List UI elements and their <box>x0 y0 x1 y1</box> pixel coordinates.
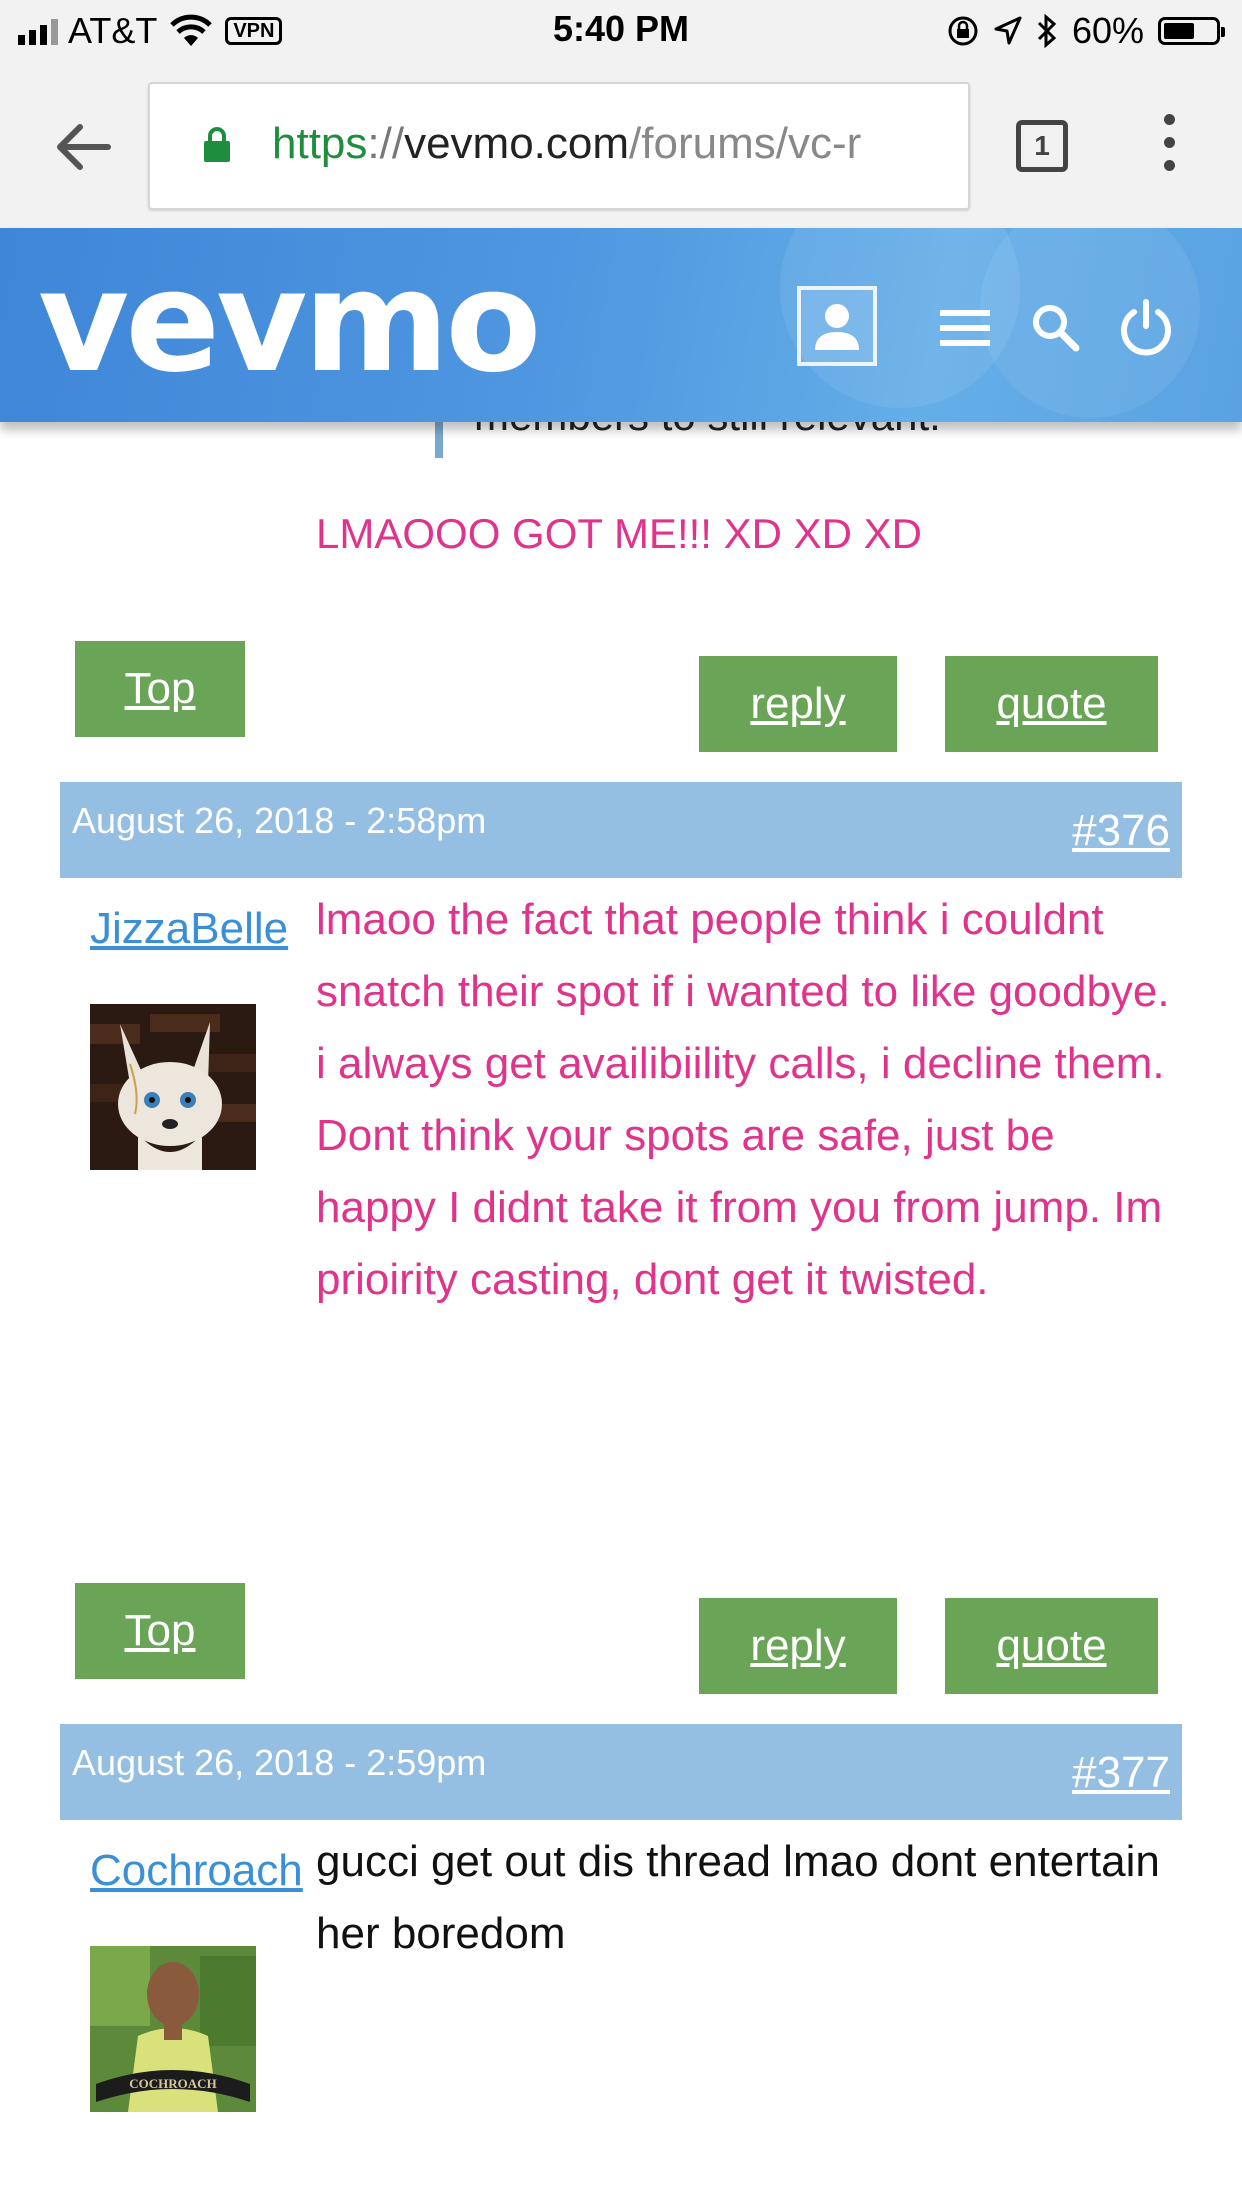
overflow-menu-icon[interactable] <box>1164 114 1176 178</box>
post-date: August 26, 2018 - 2:58pm <box>72 800 487 841</box>
location-icon <box>994 16 1022 45</box>
status-right: 60% <box>946 10 1225 52</box>
reply-button[interactable]: reply <box>699 1598 897 1694</box>
quote-button[interactable]: quote <box>945 1598 1158 1694</box>
post-body: gucci get out dis thread lmao dont enter… <box>316 1837 1160 1958</box>
fox-avatar[interactable] <box>90 1004 256 1170</box>
browser-toolbar: https://vevmo.com/forums/vc-r 1 <box>0 62 1242 228</box>
power-icon[interactable] <box>1118 298 1174 356</box>
site-logo[interactable]: vevmo <box>38 238 542 408</box>
post-header: August 26, 2018 - 2:59pm #377 <box>60 1724 1182 1820</box>
url-text: https://vevmo.com/forums/vc-r <box>272 118 861 170</box>
post-body: lmaoo the fact that people think i could… <box>316 895 1170 1304</box>
post-header: August 26, 2018 - 2:58pm #376 <box>60 782 1182 878</box>
top-button[interactable]: Top <box>75 641 245 737</box>
url-scheme: https <box>272 119 368 168</box>
post-number-link[interactable]: #376 <box>1072 806 1170 856</box>
cochroach-avatar[interactable]: COCHROACH <box>90 1946 256 2112</box>
status-bar: AT&T VPN 5:40 PM 60% <box>0 0 1242 62</box>
battery-icon <box>1158 17 1225 45</box>
reply-button[interactable]: reply <box>699 656 897 752</box>
author-link[interactable]: Cochroach <box>90 1846 303 1896</box>
user-profile-icon[interactable] <box>797 286 877 366</box>
avatar-caption: COCHROACH <box>129 2076 216 2091</box>
search-icon[interactable] <box>1030 302 1080 352</box>
rotation-lock-icon <box>948 16 978 46</box>
battery-percent: 60% <box>1071 10 1144 51</box>
back-arrow-icon[interactable] <box>52 117 112 177</box>
quote-button[interactable]: quote <box>945 656 1158 752</box>
address-bar[interactable]: https://vevmo.com/forums/vc-r <box>148 82 970 210</box>
thread-content: members to still relevant. LMAOOO GOT ME… <box>0 300 1242 2208</box>
top-button[interactable]: Top <box>75 1583 245 1679</box>
url-path: /forums/vc-r <box>629 119 862 168</box>
lock-icon <box>204 127 230 162</box>
tab-switcher-button[interactable]: 1 <box>1016 120 1068 172</box>
hamburger-menu-icon[interactable] <box>940 308 990 348</box>
url-separator: :// <box>367 119 405 168</box>
post-date: August 26, 2018 - 2:59pm <box>72 1742 487 1783</box>
prev-post-text: LMAOOO GOT ME!!! XD XD XD <box>316 510 922 557</box>
post-number-link[interactable]: #377 <box>1072 1748 1170 1798</box>
author-link[interactable]: JizzaBelle <box>90 904 288 954</box>
site-header: vevmo <box>0 228 1242 422</box>
url-host: vevmo.com <box>404 119 630 168</box>
bluetooth-icon <box>1037 14 1057 48</box>
